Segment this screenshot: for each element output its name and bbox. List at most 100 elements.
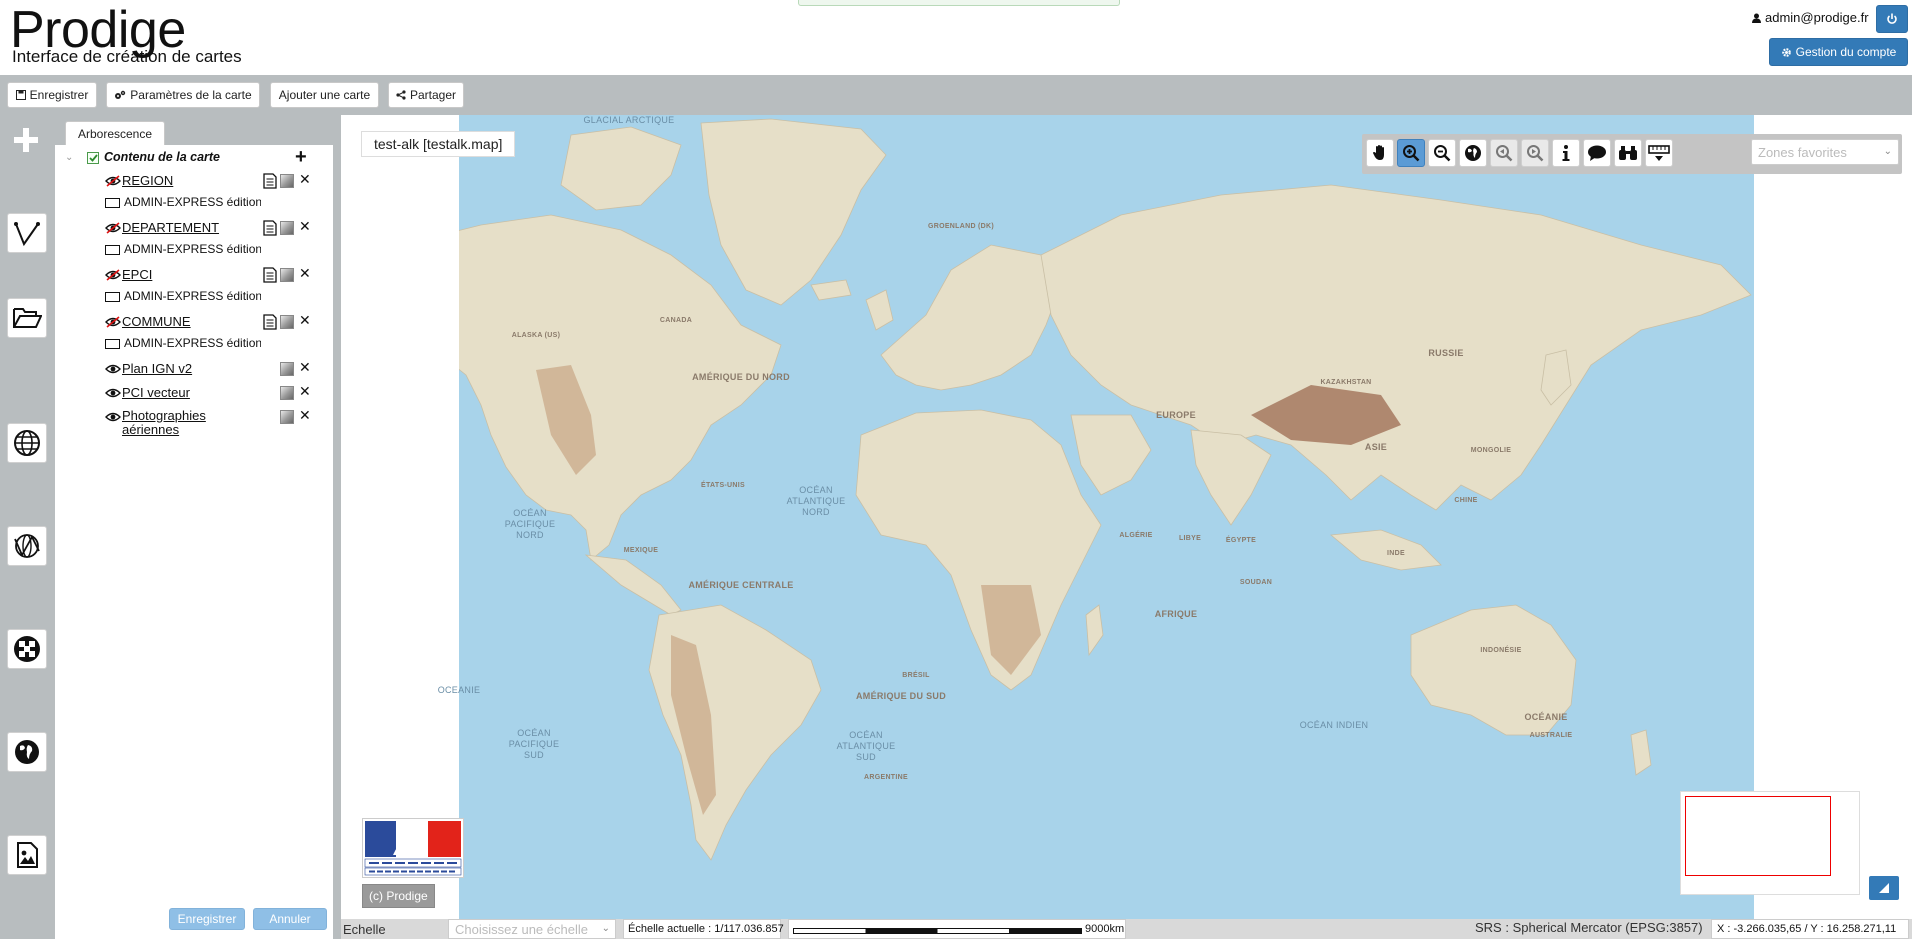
check-icon — [88, 154, 98, 162]
tiles-layer-button[interactable] — [7, 629, 47, 669]
favorite-zones-select[interactable]: Zones favorites ⌄ — [1751, 139, 1899, 165]
metadata-icon[interactable] — [263, 220, 277, 236]
add-map-button[interactable]: Ajouter une carte — [270, 82, 379, 108]
chevron-down-icon[interactable]: ⌄ — [65, 152, 73, 163]
visibility-eye-icon[interactable] — [105, 175, 121, 187]
user-icon — [1752, 13, 1761, 23]
tree-root[interactable]: ⌄ Contenu de la carte + — [55, 145, 333, 171]
copyright-badge: (c) Prodige — [362, 884, 435, 908]
layer-tree: ⌄ Contenu de la carte + REGION ✕ ADMIN-E… — [55, 145, 333, 939]
wms-layer-button[interactable] — [7, 423, 47, 463]
layer-name[interactable]: DEPARTEMENT — [122, 220, 219, 235]
layer-name[interactable]: Plan IGN v2 — [122, 361, 192, 376]
layer-row[interactable]: PCI vecteur ✕ — [55, 383, 333, 404]
full-extent-button[interactable] — [1459, 139, 1487, 167]
globe-layer-button[interactable] — [7, 732, 47, 772]
map-settings-button[interactable]: Paramètres de la carte — [106, 82, 260, 108]
vector-tool-button[interactable] — [7, 213, 47, 253]
zoom-out-tool-button[interactable] — [1428, 139, 1456, 167]
power-icon — [1887, 13, 1897, 24]
layer-row[interactable]: COMMUNE ✕ — [55, 312, 333, 333]
map-label: OCÉANIE — [1524, 712, 1568, 722]
visibility-eye-icon[interactable] — [105, 222, 121, 234]
layer-row[interactable]: Plan IGN v2 ✕ — [55, 359, 333, 380]
delete-layer-icon[interactable]: ✕ — [299, 359, 311, 376]
panel-cancel-button[interactable]: Annuler — [253, 908, 327, 930]
current-scale: Échelle actuelle : 1/117.036.857 — [623, 919, 784, 939]
zoom-in-tool-button[interactable] — [1397, 139, 1425, 167]
layer-style-icon[interactable] — [280, 268, 294, 282]
layer-style-icon[interactable] — [280, 315, 294, 329]
layer-style-icon[interactable] — [280, 386, 294, 400]
root-checkbox[interactable] — [87, 152, 99, 164]
layer-name[interactable]: PCI vecteur — [122, 385, 190, 400]
image-icon — [17, 842, 38, 868]
layer-name[interactable]: Photographies aériennes — [122, 409, 212, 437]
layer-name[interactable]: COMMUNE — [122, 314, 191, 329]
layer-row[interactable]: EPCI ✕ — [55, 265, 333, 286]
visibility-eye-icon[interactable] — [105, 316, 121, 328]
visibility-eye-icon[interactable] — [105, 387, 121, 399]
overview-extent[interactable] — [1685, 796, 1831, 876]
map-viewport[interactable]: GLACIAL ARCTIQUE GROENLAND (DK) AMÉRIQUE… — [341, 115, 1912, 919]
scale-select[interactable]: Choisissez une échelle ⌄ — [448, 919, 616, 939]
next-zoom-button[interactable] — [1521, 139, 1549, 167]
layer-row[interactable]: Photographies aériennes ✕ — [55, 407, 333, 442]
layer-style-icon[interactable] — [280, 410, 294, 424]
delete-layer-icon[interactable]: ✕ — [299, 407, 311, 424]
delete-layer-icon[interactable]: ✕ — [299, 218, 311, 235]
add-layer-button[interactable] — [12, 126, 40, 154]
visibility-eye-icon[interactable] — [105, 363, 121, 375]
legend-item: ADMIN-EXPRESS édition Janv — [55, 193, 333, 213]
add-group-button[interactable]: + — [295, 146, 307, 169]
metadata-icon[interactable] — [263, 267, 277, 283]
tooltip-tool-button[interactable] — [1583, 139, 1611, 167]
scale-bar-distance: 9000km — [1085, 923, 1125, 935]
layer-row[interactable]: DEPARTEMENT ✕ — [55, 218, 333, 239]
layer-name[interactable]: EPCI — [122, 267, 152, 282]
layer-name[interactable]: REGION — [122, 173, 173, 188]
metadata-icon[interactable] — [263, 173, 277, 189]
map-label: CANADA — [659, 317, 693, 324]
chevron-down-icon: ⌄ — [601, 923, 610, 934]
visibility-eye-icon[interactable] — [105, 411, 121, 423]
overview-toggle-button[interactable] — [1869, 876, 1899, 900]
open-folder-button[interactable] — [7, 298, 47, 338]
overview-map[interactable] — [1680, 791, 1860, 895]
wfs-layer-button[interactable] — [7, 526, 47, 566]
search-tool-button[interactable] — [1614, 139, 1642, 167]
map-label: ÉTATS-UNIS — [701, 482, 745, 489]
visibility-eye-icon[interactable] — [105, 269, 121, 281]
layer-style-icon[interactable] — [280, 362, 294, 376]
world-map — [400, 118, 1752, 861]
measure-tool-button[interactable] — [1645, 139, 1673, 167]
layer-style-icon[interactable] — [280, 221, 294, 235]
metadata-icon[interactable] — [263, 314, 277, 330]
info-icon — [1562, 145, 1570, 161]
delete-layer-icon[interactable]: ✕ — [299, 171, 311, 188]
delete-layer-icon[interactable]: ✕ — [299, 383, 311, 400]
delete-layer-icon[interactable]: ✕ — [299, 312, 311, 329]
previous-zoom-button[interactable] — [1490, 139, 1518, 167]
save-map-button[interactable]: Enregistrer — [7, 82, 97, 108]
delete-layer-icon[interactable]: ✕ — [299, 265, 311, 282]
panel-save-button[interactable]: Enregistrer — [169, 908, 245, 930]
map-label: OCÉAN PACIFIQUE NORD — [504, 508, 556, 540]
layer-style-icon[interactable] — [280, 174, 294, 188]
land-new-zealand — [1630, 729, 1652, 776]
map-label: CHINE — [1454, 497, 1478, 504]
info-tool-button[interactable] — [1552, 139, 1580, 167]
logout-button[interactable] — [1876, 5, 1908, 33]
account-settings-button[interactable]: Gestion du compte — [1769, 38, 1908, 66]
pan-tool-button[interactable] — [1366, 139, 1394, 167]
user-info: admin@prodige.fr — [1752, 10, 1869, 25]
map-label: AMÉRIQUE DU SUD — [855, 691, 946, 701]
image-layer-button[interactable] — [7, 835, 47, 875]
map-label: AMÉRIQUE DU NORD — [692, 372, 790, 382]
map-label: SOUDAN — [1239, 579, 1273, 586]
tab-tree[interactable]: Arborescence — [65, 121, 165, 145]
share-button[interactable]: Partager — [388, 82, 464, 108]
layer-row[interactable]: REGION ✕ — [55, 171, 333, 192]
status-bar: Echelle Choisissez une échelle ⌄ Échelle… — [341, 919, 1912, 939]
map-label: ALASKA (US) — [511, 332, 561, 339]
